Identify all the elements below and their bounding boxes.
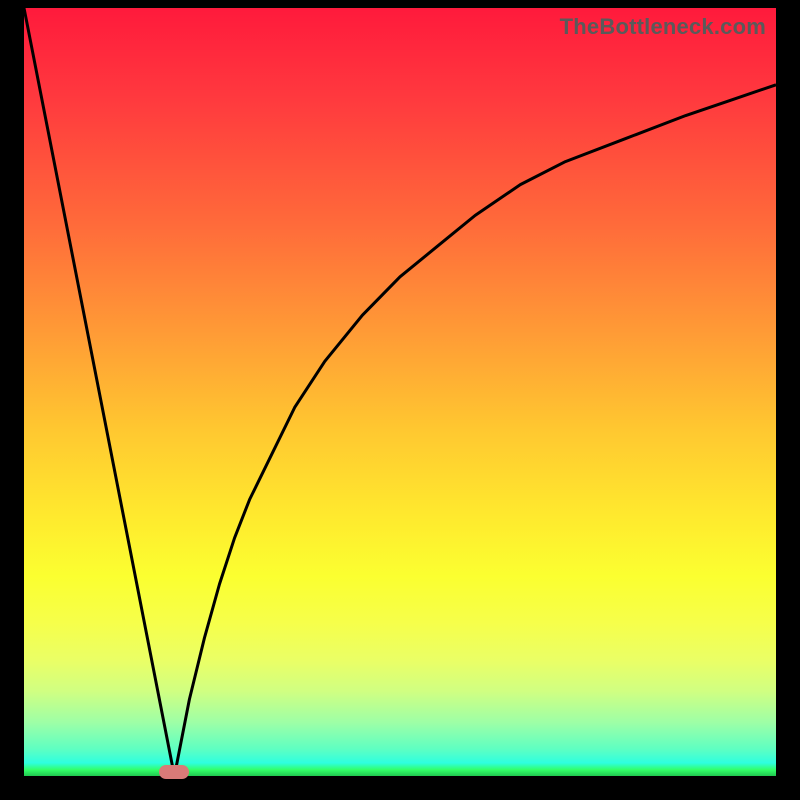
minimum-marker — [159, 765, 189, 779]
chart-frame: TheBottleneck.com — [0, 0, 800, 800]
bottleneck-curve — [24, 8, 776, 776]
plot-area: TheBottleneck.com — [24, 8, 776, 776]
curve-svg — [24, 8, 776, 776]
